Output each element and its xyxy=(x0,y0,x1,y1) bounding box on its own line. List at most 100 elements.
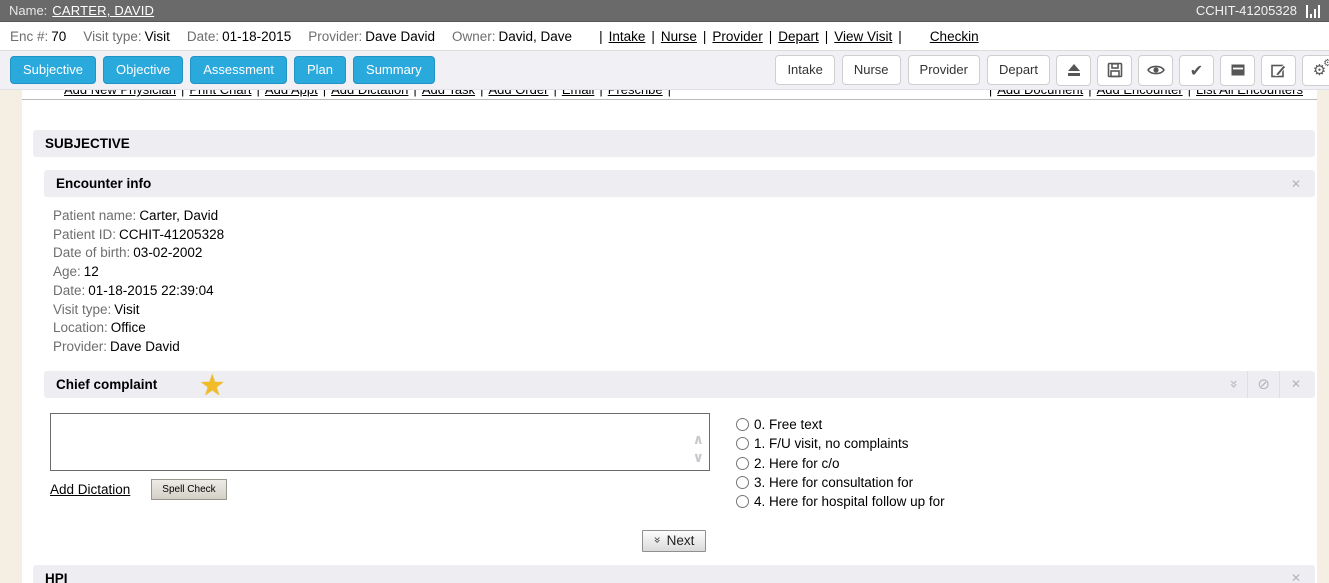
separator: | xyxy=(769,29,773,44)
visit-type-value: Visit xyxy=(145,29,170,44)
spell-check-button[interactable]: Spell Check xyxy=(151,479,226,500)
separator: | xyxy=(1188,90,1191,97)
eject-icon xyxy=(1066,62,1082,78)
visit-type-label: Visit type: xyxy=(83,29,141,44)
nurse-button[interactable]: Nurse xyxy=(842,55,901,85)
separator: | xyxy=(1088,90,1091,97)
intake-link[interactable]: Intake xyxy=(609,29,646,44)
option-free-text[interactable]: 0. Free text xyxy=(736,415,945,434)
add-dictation-link-top[interactable]: Add Dictation xyxy=(331,90,408,97)
hpi-section-header: HPI ✕ xyxy=(33,565,1315,583)
email-link[interactable]: Email xyxy=(562,90,595,97)
encounter-info-header: Encounter info ✕ xyxy=(44,170,1315,197)
view-visit-link[interactable]: View Visit xyxy=(834,29,892,44)
encounter-info-title: Encounter info xyxy=(56,176,151,191)
provider-button[interactable]: Provider xyxy=(908,55,980,85)
option-fu-visit[interactable]: 1. F/U visit, no complaints xyxy=(736,434,945,453)
next-button[interactable]: » Next xyxy=(642,530,707,552)
tab-subjective[interactable]: Subjective xyxy=(10,56,96,84)
patient-header-bar: Name: CARTER, DAVID CCHIT-41205328 xyxy=(0,0,1329,22)
separator: | xyxy=(651,29,655,44)
divider xyxy=(1247,371,1248,398)
scroll-down-icon[interactable]: ∨ xyxy=(693,451,704,465)
owner-label: Owner: xyxy=(452,29,496,44)
owner-value: David, Dave xyxy=(499,29,573,44)
collapse-chevron-icon[interactable]: » xyxy=(1226,380,1242,389)
close-icon[interactable]: ✕ xyxy=(1289,571,1303,583)
add-task-link[interactable]: Add Task xyxy=(422,90,475,97)
chief-complaint-textarea[interactable] xyxy=(50,413,710,471)
close-icon[interactable]: ✕ xyxy=(1289,177,1303,191)
radio-fu-visit[interactable] xyxy=(736,437,749,450)
close-icon[interactable]: ✕ xyxy=(1289,377,1303,391)
option-consultation[interactable]: 3. Here for consultation for xyxy=(736,473,945,492)
separator: | xyxy=(898,29,902,44)
field-row: Date:01-18-2015 22:39:04 xyxy=(53,282,1315,301)
separator: | xyxy=(599,90,602,97)
edit-icon xyxy=(1270,62,1287,79)
provider-label: Provider: xyxy=(308,29,362,44)
intake-button[interactable]: Intake xyxy=(775,55,834,85)
archive-button[interactable] xyxy=(1220,55,1255,86)
encounter-summary-bar: Enc #:70 Visit type:Visit Date:01-18-201… xyxy=(0,22,1329,51)
field-row: Visit type:Visit xyxy=(53,301,1315,320)
add-document-link[interactable]: Add Document xyxy=(997,90,1083,97)
provider-link[interactable]: Provider xyxy=(712,29,762,44)
separator: | xyxy=(599,29,603,44)
add-dictation-link[interactable]: Add Dictation xyxy=(50,482,130,497)
add-order-link[interactable]: Add Order xyxy=(488,90,548,97)
tab-objective[interactable]: Objective xyxy=(103,56,183,84)
archive-icon xyxy=(1230,62,1246,78)
separator: | xyxy=(413,90,416,97)
separator: | xyxy=(989,90,992,97)
quick-links-row: Add New Physician | Print Chart | Add Appt | A… xyxy=(22,90,1317,100)
radio-hospital-followup[interactable] xyxy=(736,495,749,508)
separator: | xyxy=(257,90,260,97)
eject-button[interactable] xyxy=(1056,55,1091,86)
subjective-section-header: SUBJECTIVE xyxy=(33,130,1315,157)
field-row: Patient ID:CCHIT-41205328 xyxy=(53,226,1315,245)
divider xyxy=(1279,371,1280,398)
add-new-physician-link[interactable]: Add New Physician xyxy=(64,90,176,97)
list-all-encounters-link[interactable]: List All Encounters xyxy=(1196,90,1303,97)
field-row: Patient name:Carter, David xyxy=(53,207,1315,226)
enc-number-label: Enc #: xyxy=(10,29,48,44)
tab-assessment[interactable]: Assessment xyxy=(190,56,287,84)
radio-free-text[interactable] xyxy=(736,418,749,431)
field-row: Provider:Dave David xyxy=(53,338,1315,357)
radio-consultation[interactable] xyxy=(736,476,749,489)
bar-chart-icon[interactable] xyxy=(1306,4,1320,18)
add-appt-link[interactable]: Add Appt xyxy=(265,90,318,97)
encounter-info-fields: Patient name:Carter, David Patient ID:CC… xyxy=(44,197,1315,365)
separator: | xyxy=(825,29,829,44)
enc-number-value: 70 xyxy=(51,29,66,44)
tab-plan[interactable]: Plan xyxy=(294,56,346,84)
tab-summary[interactable]: Summary xyxy=(353,56,435,84)
add-encounter-link[interactable]: Add Encounter xyxy=(1097,90,1183,97)
hpi-title: HPI xyxy=(45,571,68,583)
separator: | xyxy=(181,90,184,97)
depart-link[interactable]: Depart xyxy=(778,29,819,44)
soap-toolbar: Subjective Objective Assessment Plan Sum… xyxy=(0,51,1329,90)
radio-here-for-co[interactable] xyxy=(736,457,749,470)
prescribe-link[interactable]: Prescribe xyxy=(608,90,663,97)
option-here-for-co[interactable]: 2. Here for c/o xyxy=(736,453,945,472)
depart-button[interactable]: Depart xyxy=(987,55,1050,85)
nurse-link[interactable]: Nurse xyxy=(661,29,697,44)
settings-button[interactable]: ⚙⚙ xyxy=(1302,55,1329,86)
patient-name-link[interactable]: CARTER, DAVID xyxy=(52,3,154,18)
gear-icon: ⚙⚙ xyxy=(1313,63,1326,78)
patient-id: CCHIT-41205328 xyxy=(1196,3,1297,18)
print-chart-link[interactable]: Print Chart xyxy=(189,90,251,97)
name-label: Name: xyxy=(9,3,47,18)
disable-icon[interactable]: ⊘ xyxy=(1257,375,1270,393)
checkin-link[interactable]: Checkin xyxy=(930,29,979,44)
view-button[interactable] xyxy=(1138,55,1173,86)
scroll-up-icon[interactable]: ∧ xyxy=(693,433,704,447)
separator: | xyxy=(480,90,483,97)
option-hospital-followup[interactable]: 4. Here for hospital follow up for xyxy=(736,492,945,511)
separator: | xyxy=(323,90,326,97)
confirm-button[interactable]: ✔ xyxy=(1179,55,1214,86)
save-button[interactable] xyxy=(1097,55,1132,86)
compose-button[interactable] xyxy=(1261,55,1296,86)
